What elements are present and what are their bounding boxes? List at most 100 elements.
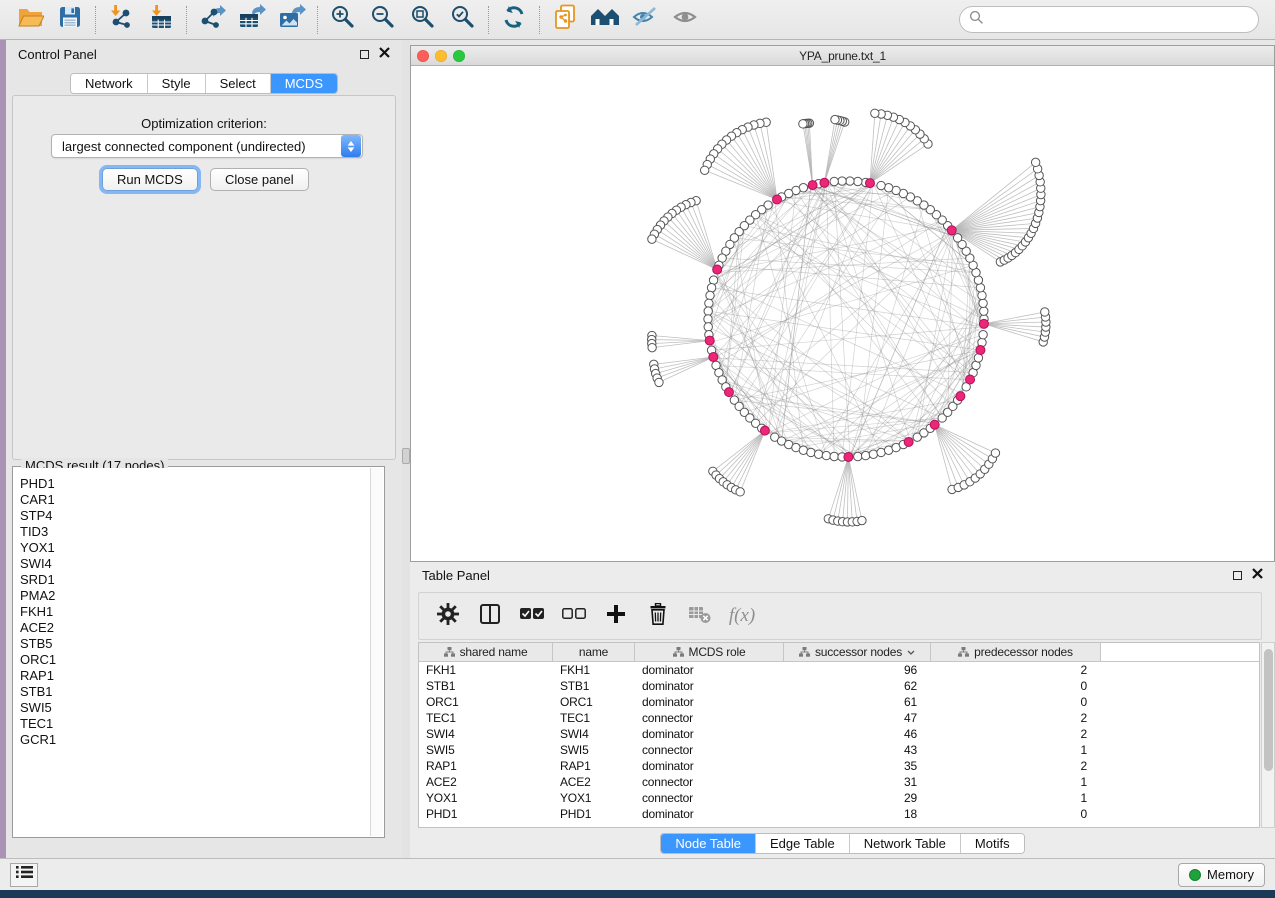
delete-column-button[interactable] [645, 603, 671, 629]
tab-edge-table[interactable]: Edge Table [756, 834, 850, 853]
table-row[interactable]: FKH1 FKH1 dominator 96 2 [419, 662, 1259, 678]
zoom-selected-button[interactable] [443, 3, 483, 37]
column-header-successor-nodes[interactable]: successor nodes [784, 643, 931, 662]
list-item[interactable]: FKH1 [14, 604, 370, 620]
close-panel-icon[interactable] [379, 45, 390, 63]
checked-boxes-icon [520, 607, 544, 626]
table-row[interactable]: RAP1 RAP1 dominator 35 2 [419, 758, 1259, 774]
table-row[interactable]: PHD1 PHD1 dominator 18 0 [419, 806, 1259, 822]
list-item[interactable]: ACE2 [14, 620, 370, 636]
cell-shared-name: TEC1 [419, 711, 553, 725]
column-header-mcds-role[interactable]: MCDS role [635, 643, 784, 662]
trash-icon [648, 603, 668, 630]
float-panel-icon[interactable] [1233, 571, 1242, 580]
export-network-button[interactable] [192, 3, 232, 37]
table-row[interactable]: TEC1 TEC1 connector 47 2 [419, 710, 1259, 726]
list-item[interactable]: PHD1 [14, 476, 370, 492]
list-item[interactable]: STB1 [14, 684, 370, 700]
table-settings-button[interactable] [435, 603, 461, 629]
network-window-titlebar[interactable]: YPA_prune.txt_1 [411, 46, 1274, 66]
tab-motifs[interactable]: Motifs [961, 834, 1024, 853]
import-network-button[interactable] [101, 3, 141, 37]
criterion-dropdown[interactable]: largest connected component (undirected) [51, 134, 363, 158]
hide-selected-button[interactable] [625, 3, 665, 37]
export-image-button[interactable] [272, 3, 312, 37]
network-canvas[interactable] [411, 66, 1274, 561]
list-item[interactable]: YOX1 [14, 540, 370, 556]
zoom-fit-button[interactable] [403, 3, 443, 37]
search-box[interactable] [959, 6, 1259, 33]
show-all-button[interactable] [665, 3, 705, 37]
duplicate-network-button[interactable] [545, 3, 585, 37]
cell-name: SWI5 [553, 743, 635, 757]
list-item[interactable]: PMA2 [14, 588, 370, 604]
close-panel-icon[interactable] [1252, 566, 1263, 584]
add-column-button[interactable] [603, 603, 629, 629]
list-item[interactable]: RAP1 [14, 668, 370, 684]
list-item[interactable]: TID3 [14, 524, 370, 540]
cell-mcds-role: connector [635, 711, 784, 725]
tab-style[interactable]: Style [148, 74, 206, 93]
toolbar-separator [488, 6, 489, 34]
cell-shared-name: RAP1 [419, 759, 553, 773]
tab-network[interactable]: Network [71, 74, 148, 93]
zoom-out-icon [370, 4, 396, 35]
tab-select[interactable]: Select [206, 74, 271, 93]
close-panel-button[interactable]: Close panel [210, 168, 309, 191]
search-input[interactable] [990, 12, 1249, 27]
table-scrollbar[interactable] [1261, 642, 1275, 828]
cell-predecessor-nodes: 0 [931, 807, 1101, 821]
zoom-out-button[interactable] [363, 3, 403, 37]
result-list-scrollbar[interactable] [370, 468, 383, 836]
list-item[interactable]: ORC1 [14, 652, 370, 668]
run-mcds-button[interactable]: Run MCDS [102, 168, 198, 191]
refresh-layout-button[interactable] [494, 3, 534, 37]
task-history-button[interactable] [10, 863, 38, 887]
cell-mcds-role: connector [635, 791, 784, 805]
column-header-predecessor-nodes[interactable]: predecessor nodes [931, 643, 1101, 662]
first-neighbors-button[interactable] [585, 3, 625, 37]
list-item[interactable]: GCR1 [14, 732, 370, 748]
cell-mcds-role: dominator [635, 695, 784, 709]
import-table-button[interactable] [141, 3, 181, 37]
list-item[interactable]: SWI5 [14, 700, 370, 716]
list-item[interactable]: CAR1 [14, 492, 370, 508]
toolbar-separator [186, 6, 187, 34]
column-header-name[interactable]: name [553, 643, 635, 662]
vertical-splitter[interactable] [402, 40, 410, 858]
select-all-button[interactable] [519, 603, 545, 629]
memory-button[interactable]: Memory [1178, 863, 1265, 887]
list-item[interactable]: STB5 [14, 636, 370, 652]
cell-mcds-role: dominator [635, 679, 784, 693]
tab-network-table[interactable]: Network Table [850, 834, 961, 853]
cell-shared-name: PHD1 [419, 807, 553, 821]
scrollbar-thumb[interactable] [1264, 649, 1273, 771]
list-item[interactable]: SWI4 [14, 556, 370, 572]
table-row[interactable]: ORC1 ORC1 dominator 61 0 [419, 694, 1259, 710]
table-row[interactable]: SWI5 SWI5 connector 43 1 [419, 742, 1259, 758]
open-folder-icon [17, 5, 44, 34]
open-session-button[interactable] [10, 3, 50, 37]
cell-mcds-role: dominator [635, 807, 784, 821]
deselect-all-button[interactable] [561, 603, 587, 629]
show-columns-button[interactable] [477, 603, 503, 629]
zoom-in-button[interactable] [323, 3, 363, 37]
dropdown-stepper-icon [341, 135, 361, 157]
list-item[interactable]: TEC1 [14, 716, 370, 732]
column-header-shared-name[interactable]: shared name [419, 643, 553, 662]
table-panel-header: Table Panel [410, 562, 1275, 588]
network-graph[interactable] [411, 66, 1274, 561]
table-row[interactable]: SWI4 SWI4 dominator 46 2 [419, 726, 1259, 742]
list-item[interactable]: SRD1 [14, 572, 370, 588]
splitter-grip[interactable] [402, 448, 410, 464]
table-row[interactable]: YOX1 YOX1 connector 29 1 [419, 790, 1259, 806]
list-item[interactable]: STP4 [14, 508, 370, 524]
export-table-button[interactable] [232, 3, 272, 37]
float-panel-icon[interactable] [360, 50, 369, 59]
save-session-button[interactable] [50, 3, 90, 37]
tab-node-table[interactable]: Node Table [661, 834, 756, 853]
cell-shared-name: SWI4 [419, 727, 553, 741]
tab-mcds[interactable]: MCDS [271, 74, 337, 93]
table-row[interactable]: STB1 STB1 dominator 62 0 [419, 678, 1259, 694]
table-row[interactable]: ACE2 ACE2 connector 31 1 [419, 774, 1259, 790]
